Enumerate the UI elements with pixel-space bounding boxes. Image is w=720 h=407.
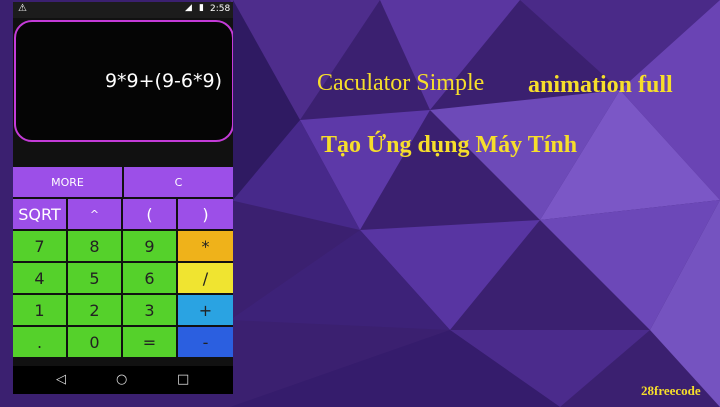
back-icon[interactable]: ◁ [56,372,66,387]
digit-0-button[interactable]: 0 [68,327,121,357]
clear-button[interactable]: C [124,167,233,197]
sqrt-button[interactable]: SQRT [13,199,66,229]
digit-1-button[interactable]: 1 [13,295,66,325]
warning-icon: ⚠ [18,3,27,14]
headline-vietnamese: Tạo Ứng dụng Máy Tính [321,132,578,158]
digit-8-button[interactable]: 8 [68,231,121,261]
recents-icon[interactable]: □ [177,372,189,387]
open-paren-button[interactable]: ( [123,199,176,229]
digit-7-button[interactable]: 7 [13,231,66,261]
battery-icon: ▮ [199,3,204,13]
phone-screen: ⚠ ◢ ▮ 2:58 9*9+(9-6*9) MORE C SQRT ^ ( )… [13,2,233,394]
decimal-button[interactable]: . [13,327,66,357]
signal-icon: ◢ [185,3,192,13]
home-icon[interactable]: ○ [116,372,127,387]
close-paren-button[interactable]: ) [178,199,233,229]
digit-5-button[interactable]: 5 [68,263,121,293]
calculator-display: 9*9+(9-6*9) [14,20,233,142]
navigation-bar: ◁ ○ □ [13,366,233,394]
more-button[interactable]: MORE [13,167,122,197]
expression-text: 9*9+(9-6*9) [104,70,222,92]
digit-4-button[interactable]: 4 [13,263,66,293]
digit-2-button[interactable]: 2 [68,295,121,325]
power-button[interactable]: ^ [68,199,121,229]
status-bar: ⚠ ◢ ▮ 2:58 [13,2,233,18]
multiply-button[interactable]: * [178,231,233,261]
headline-title: Caculator Simple [317,70,485,96]
status-time: 2:58 [210,4,231,14]
divide-button[interactable]: / [178,263,233,293]
equals-button[interactable]: = [123,327,176,357]
digit-6-button[interactable]: 6 [123,263,176,293]
headline-subtitle: animation full [528,72,673,98]
digit-3-button[interactable]: 3 [123,295,176,325]
plus-button[interactable]: + [178,295,233,325]
watermark: 28freecode [641,383,701,398]
minus-button[interactable]: - [178,327,233,357]
digit-9-button[interactable]: 9 [123,231,176,261]
